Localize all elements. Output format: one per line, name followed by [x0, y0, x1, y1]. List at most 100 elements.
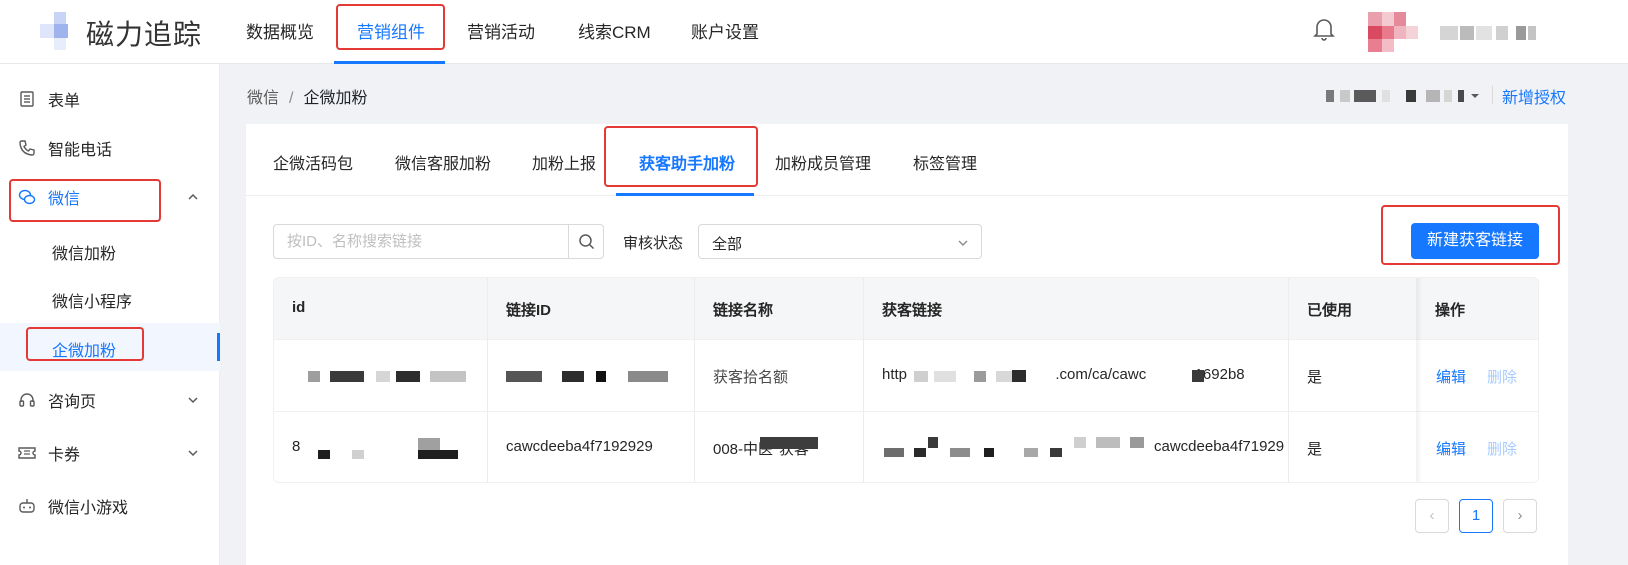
avatar[interactable] — [1368, 12, 1426, 52]
sidebar-item-form[interactable]: 表单 — [0, 75, 220, 123]
chevron-down-icon — [188, 397, 198, 404]
sidebar-item-label: 咨询页 — [48, 394, 97, 411]
sidebar-subitem-wecom-fans[interactable]: 企微加粉 — [0, 323, 220, 371]
review-status-value: 全部 — [712, 236, 743, 253]
link-mask — [1074, 437, 1086, 448]
link-mask — [950, 448, 970, 457]
chevron-down-icon — [188, 450, 198, 457]
table-row: 8 cawcdeeba4f7192929 008-中医 获客 cawcdeeba4… — [274, 411, 1538, 482]
caret-down-icon — [1471, 94, 1479, 98]
sidebar-item-label: 卡券 — [48, 447, 81, 464]
masked-name — [760, 437, 818, 449]
sidebar: 表单 智能电话 微信 微信加粉 微信小程序 企微加粉 咨询页 卡券 微信小游戏 — [0, 64, 220, 565]
selected-indicator — [217, 333, 220, 361]
link-mask — [934, 371, 956, 382]
top-navbar: 磁力追踪 数据概览 营销组件 营销活动 线索CRM 账户设置 — [0, 0, 1628, 64]
sidebar-item-smart-phone[interactable]: 智能电话 — [0, 124, 220, 172]
masked-id — [396, 371, 420, 382]
user-name[interactable] — [1440, 24, 1540, 42]
edit-button[interactable]: 编辑 — [1436, 438, 1466, 459]
delete-button[interactable]: 删除 — [1487, 366, 1517, 387]
sidebar-item-wechat-minigame[interactable]: 微信小游戏 — [0, 482, 220, 530]
account-selector[interactable] — [1322, 86, 1482, 106]
nav-active-indicator — [334, 61, 445, 64]
link-middle: .com/ca/cawc — [1055, 366, 1147, 383]
cell-id: 8 — [292, 438, 301, 455]
app-name: 磁力追踪 — [86, 19, 203, 50]
links-table: id 链接ID 链接名称 获客链接 已使用 操作 获客拾名额 http .com… — [273, 277, 1539, 483]
link-mask — [928, 437, 938, 448]
tab-tag-management[interactable]: 标签管理 — [913, 150, 977, 174]
chevron-down-icon — [958, 240, 968, 246]
tab-wecom-code-pack[interactable]: 企微活码包 — [273, 150, 353, 174]
link-mask — [914, 448, 926, 457]
masked-link-id — [506, 371, 542, 382]
edit-button[interactable]: 编辑 — [1436, 366, 1466, 387]
masked-id — [308, 371, 320, 382]
tab-acquisition-assistant[interactable]: 获客助手加粉 — [639, 150, 735, 174]
sidebar-subitem-label: 微信加粉 — [52, 246, 117, 263]
link-mask — [1192, 370, 1204, 382]
cell-acquisition-link[interactable]: cawcdeeba4f7192929 — [1154, 438, 1284, 455]
sidebar-item-label: 智能电话 — [48, 142, 113, 159]
sidebar-item-label: 表单 — [48, 93, 81, 110]
tab-member-management[interactable]: 加粉成员管理 — [775, 150, 871, 174]
logo-icon — [40, 12, 80, 50]
nav-marketing-components[interactable]: 营销组件 — [357, 18, 425, 43]
nav-marketing-activities[interactable]: 营销活动 — [467, 18, 535, 43]
search-box — [273, 224, 604, 259]
pagination-prev[interactable]: ‹ — [1415, 499, 1449, 533]
nav-lead-crm[interactable]: 线索CRM — [578, 18, 651, 43]
sidebar-item-coupon[interactable]: 卡券 — [0, 429, 220, 477]
masked-id — [318, 450, 330, 459]
masked-link-id — [628, 371, 668, 382]
column-header-link-name: 链接名称 — [713, 302, 774, 319]
sidebar-item-consult-page[interactable]: 咨询页 — [0, 376, 220, 424]
link-mask — [914, 371, 928, 382]
nav-data-overview[interactable]: 数据概览 — [246, 18, 314, 43]
bell-icon[interactable] — [1312, 16, 1336, 42]
link-mask — [1024, 448, 1038, 457]
masked-id — [330, 371, 364, 382]
tab-wechat-service-fans[interactable]: 微信客服加粉 — [395, 150, 491, 174]
table-row: 获客拾名额 http .com/ca/cawc 1692b8 是 编辑 删除 — [274, 339, 1538, 411]
tab-active-indicator — [616, 193, 754, 196]
sidebar-subitem-wechat-miniprogram[interactable]: 微信小程序 — [0, 274, 220, 322]
search-input[interactable] — [274, 225, 570, 258]
review-status-label: 审核状态 — [623, 235, 684, 252]
link-mask — [984, 448, 994, 457]
pagination-next[interactable]: › — [1503, 499, 1537, 533]
link-mask — [1096, 437, 1120, 448]
search-button[interactable] — [568, 225, 603, 258]
breadcrumb-parent[interactable]: 微信 — [247, 90, 279, 107]
search-icon — [579, 234, 595, 250]
sidebar-subitem-label: 微信小程序 — [52, 294, 133, 311]
masked-id — [430, 371, 466, 382]
link-mask — [974, 371, 986, 382]
link-mask — [1050, 448, 1062, 457]
breadcrumb-separator: / — [289, 90, 294, 107]
gamepad-icon — [19, 499, 35, 513]
sidebar-subitem-wechat-fans[interactable]: 微信加粉 — [0, 226, 220, 274]
column-header-acquisition-link: 获客链接 — [882, 302, 943, 319]
delete-button[interactable]: 删除 — [1487, 438, 1517, 459]
masked-link-id — [596, 371, 606, 382]
ticket-icon — [18, 447, 36, 459]
sidebar-item-wechat[interactable]: 微信 — [0, 173, 220, 221]
cell-used: 是 — [1307, 369, 1323, 386]
new-acquisition-link-button[interactable]: 新建获客链接 — [1411, 223, 1539, 259]
divider — [1492, 86, 1493, 104]
pagination-page-1[interactable]: 1 — [1459, 499, 1493, 533]
tab-fans-report[interactable]: 加粉上报 — [532, 150, 596, 174]
review-status-select[interactable]: 全部 — [698, 224, 982, 259]
fixed-column-shadow — [1416, 278, 1422, 482]
nav-account-settings[interactable]: 账户设置 — [691, 18, 759, 43]
column-header-actions: 操作 — [1435, 302, 1466, 319]
add-authorization-link[interactable]: 新增授权 — [1502, 84, 1566, 108]
wechat-icon — [18, 189, 36, 205]
masked-link-id — [562, 371, 584, 382]
column-header-link-id: 链接ID — [506, 302, 552, 319]
phone-icon — [19, 140, 35, 156]
link-mask — [1012, 370, 1026, 382]
form-icon — [20, 91, 34, 107]
